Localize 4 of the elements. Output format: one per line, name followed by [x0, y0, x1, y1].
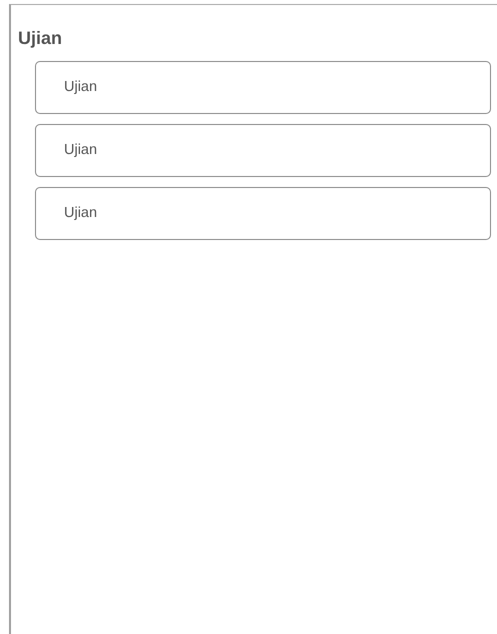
exam-item[interactable]: Ujian: [35, 61, 491, 114]
exam-item[interactable]: Ujian: [35, 187, 491, 240]
page-title: Ujian: [18, 27, 64, 49]
exam-item[interactable]: Ujian: [35, 124, 491, 177]
